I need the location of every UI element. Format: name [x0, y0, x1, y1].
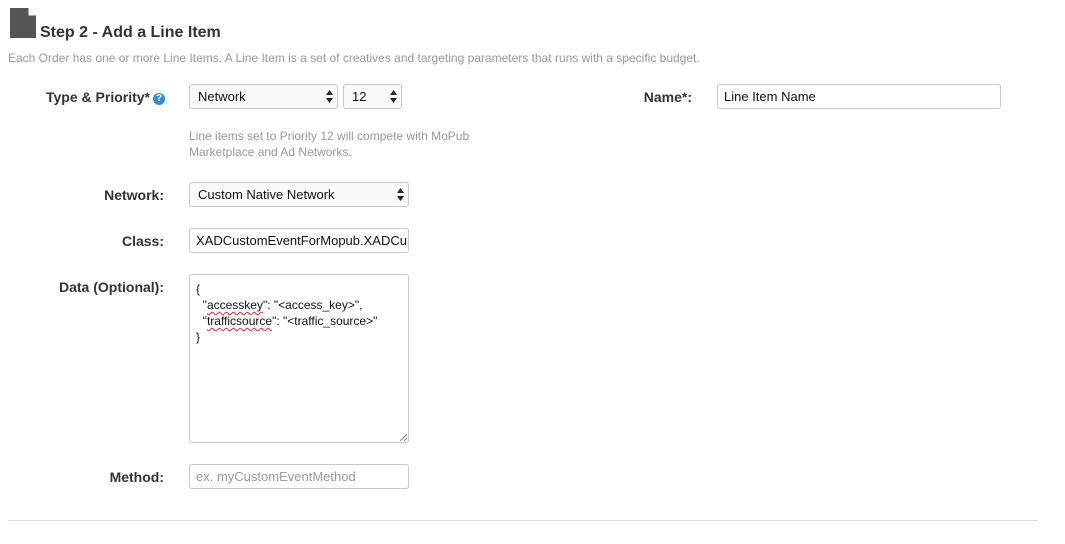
- priority-select[interactable]: 12: [343, 84, 402, 109]
- data-line1-key: accesskey: [206, 298, 263, 312]
- method-input[interactable]: ex. myCustomEventMethod: [189, 464, 409, 489]
- class-label: Class:: [121, 233, 164, 249]
- section-divider: [8, 520, 1038, 521]
- data-line-close: }: [196, 330, 201, 344]
- network-label: Network:: [104, 187, 164, 203]
- select-arrows-icon: [326, 90, 333, 103]
- type-priority-label-text: Type & Priority*: [46, 89, 150, 105]
- method-label: Method:: [109, 469, 164, 485]
- network-select-value: Custom Native Network: [198, 187, 335, 202]
- data-line1-pre: ": [196, 298, 207, 312]
- data-line2-post: ": "<traffic_source>": [272, 314, 378, 328]
- page-description: Each Order has one or more Line Items. A…: [8, 51, 700, 65]
- question-circle-icon[interactable]: ?: [153, 93, 165, 105]
- select-arrows-icon: [390, 90, 397, 103]
- data-textarea[interactable]: { "accesskey": "<access_key>", "traffics…: [189, 274, 409, 443]
- data-line2-pre: ": [196, 314, 207, 328]
- network-select[interactable]: Custom Native Network: [189, 182, 409, 207]
- name-label: Name*:: [643, 89, 692, 105]
- data-line2-key: trafficsource: [206, 314, 273, 328]
- data-line1-post: ": "<access_key>",: [262, 298, 363, 312]
- type-priority-label: Type & Priority*?: [46, 88, 165, 106]
- class-input[interactable]: XADCustomEventForMopub.XADCu: [189, 228, 409, 253]
- resize-grip-icon[interactable]: [399, 433, 407, 441]
- data-label: Data (Optional):: [59, 279, 164, 295]
- data-line-open: {: [196, 282, 201, 296]
- priority-select-value: 12: [352, 89, 367, 104]
- name-input[interactable]: Line Item Name: [717, 84, 1001, 109]
- select-arrows-icon: [397, 188, 404, 201]
- type-select[interactable]: Network: [189, 84, 338, 109]
- document-icon: [10, 8, 36, 38]
- page-title: Step 2 - Add a Line Item: [40, 24, 221, 41]
- type-select-value: Network: [198, 89, 246, 104]
- priority-hint: Line items set to Priority 12 will compe…: [189, 129, 470, 159]
